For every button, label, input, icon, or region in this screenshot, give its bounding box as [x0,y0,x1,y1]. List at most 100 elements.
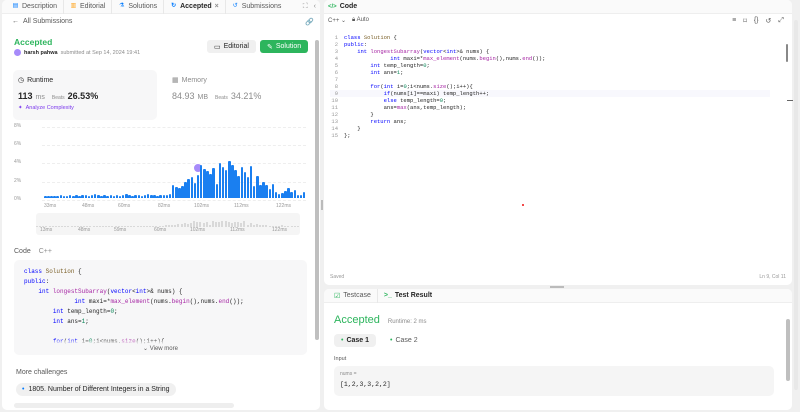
editor-line[interactable]: 11 ans=max(ans,temp_length); [330,104,770,111]
chart-bar[interactable] [302,192,306,198]
chart-bar[interactable] [190,177,194,198]
editor-scrollbar[interactable] [786,44,788,62]
editor-line[interactable]: 12 } [330,111,770,118]
chart-bar[interactable] [274,192,278,198]
editor-line[interactable]: 2 public: [330,41,770,48]
editor-line[interactable]: 3 int longestSubarray(vector<int>& nums)… [330,48,770,55]
chart-bar[interactable] [84,195,88,198]
chart-bar[interactable] [53,196,56,198]
chart-bar[interactable] [277,194,281,198]
editor-line[interactable]: 15}; [330,132,770,139]
code-preview[interactable]: class Solution {public: int longestSubar… [14,260,307,355]
editor-line[interactable]: 5 int temp_length=0; [330,62,770,69]
challenge-link[interactable]: • 1805. Number of Different Integers in … [16,383,176,396]
chart-bar[interactable] [284,191,287,198]
editor-line[interactable]: 1 class Solution { [330,34,770,41]
right-scrollbar[interactable] [794,20,798,390]
chart-bar[interactable] [237,176,240,198]
chart-bar[interactable] [103,195,106,198]
chart-bar[interactable] [162,195,166,198]
range-slider[interactable]: 13ms 48ms 59ms 60ms 102ms 112ms 122ms [36,213,300,235]
chart-bar[interactable] [290,192,293,198]
chart-bar[interactable] [81,195,84,198]
tab-test-result[interactable]: >_ Test Result [378,289,438,303]
chart-bar[interactable] [171,185,175,198]
tab-accepted[interactable]: ↻ Accepted × [164,0,226,14]
format-icon[interactable]: ≡ [732,17,736,25]
editor-line[interactable]: 13 return ans; [330,118,770,125]
chart-bar[interactable] [78,196,81,198]
collapse-icon[interactable]: ‹ [314,3,316,10]
chart-bar[interactable] [224,170,228,198]
chart-bar[interactable] [240,167,243,198]
chart-bar[interactable] [184,182,187,198]
analyze-complexity-link[interactable]: ✦ Analyze Complexity [18,105,74,111]
chart-bar[interactable] [159,195,162,198]
back-link[interactable]: ← All Submissions [12,18,72,25]
vertical-resizer[interactable] [321,200,323,210]
chart-bar[interactable] [68,195,72,198]
editorial-button[interactable]: ▭ Editorial [207,40,256,53]
chart-bar[interactable] [134,195,137,198]
tab-description[interactable]: ▤ Description [6,0,65,14]
editor-line[interactable]: 9 if(nums[i]==maxi) temp_length++; [330,90,770,97]
reset-icon[interactable]: ↺ [766,17,772,25]
chart-bar[interactable] [143,195,147,198]
chart-bar[interactable] [243,172,247,198]
runtime-card[interactable]: ◷ Runtime 113 ms Beats 26.53% ✦ Analyze Co… [13,70,157,120]
chart-bar[interactable] [218,163,222,198]
code-editor[interactable]: 1 class Solution {2 public: 3 int longestSu… [330,34,770,139]
editor-line[interactable]: 14 } [330,125,770,132]
chart-bar[interactable] [168,194,172,198]
tab-editorial[interactable]: ▥ Editorial [64,0,113,14]
chart-bar[interactable] [72,196,75,198]
chart-bar[interactable] [268,189,272,198]
chart-bar[interactable] [56,196,59,198]
chart-bar[interactable] [271,184,275,198]
chart-bar[interactable] [221,167,225,198]
tab-solutions[interactable]: ⚗ Solutions [112,0,165,14]
runtime-distribution-chart[interactable]: 8% 6% 4% 2% 0% 33ms 48ms 60ms 82ms 102ms 112ms 122… [14,120,310,210]
editor-line[interactable]: 7 [330,76,770,83]
chart-bar[interactable] [90,195,94,198]
chart-bar[interactable] [293,190,297,198]
avatar[interactable] [14,49,21,56]
chart-bar[interactable] [106,196,109,198]
chart-bar[interactable] [203,169,206,198]
chart-bar[interactable] [246,177,250,198]
chart-bar[interactable] [215,184,219,198]
chart-bar[interactable] [146,194,150,198]
tab-testcase[interactable]: ☑ Testcase [328,289,378,303]
chart-bar[interactable] [140,196,144,198]
chart-bar[interactable] [115,195,119,198]
bookmark-icon[interactable]: ⌑ [743,17,747,25]
chart-bar[interactable] [178,188,181,198]
chart-bar[interactable] [196,175,200,198]
chart-bar[interactable] [118,196,122,198]
chart-bar[interactable] [234,170,237,198]
chart-bar[interactable] [187,179,190,198]
chart-bar[interactable] [112,196,116,198]
chart-bar[interactable] [137,195,141,198]
memory-card[interactable]: ▦ Memory 84.93 MB Beats 34.21% [166,70,306,120]
expand-icon[interactable]: ⛶ [303,3,308,11]
solution-button[interactable]: ✎ Solution [260,40,309,53]
editor-line[interactable]: 8 for(int i=0;i<nums.size();i++){ [330,83,770,90]
horizontal-resizer[interactable] [550,286,564,288]
chart-bar[interactable] [109,195,112,198]
chart-bar[interactable] [153,195,156,198]
close-tab-icon[interactable]: × [215,3,219,10]
author-name[interactable]: harsh pahwa [24,50,58,56]
editor-line[interactable]: 4 int maxi=*max_element(nums.begin(),num… [330,55,770,62]
tab-submissions[interactable]: ↺ Submissions [226,0,288,14]
chart-bar[interactable] [209,174,212,198]
case-1-tab[interactable]: • Case 1 [334,334,377,347]
editor-line[interactable]: 6 int ans=1; [330,69,770,76]
chart-bar[interactable] [249,166,253,198]
chart-bar[interactable] [299,195,303,198]
left-scrollbar[interactable] [315,40,319,340]
chart-bar[interactable] [265,185,268,198]
case-2-tab[interactable]: • Case 2 [384,334,424,347]
chart-bar[interactable] [59,195,63,198]
fullscreen-icon[interactable]: ⤢ [778,17,784,25]
